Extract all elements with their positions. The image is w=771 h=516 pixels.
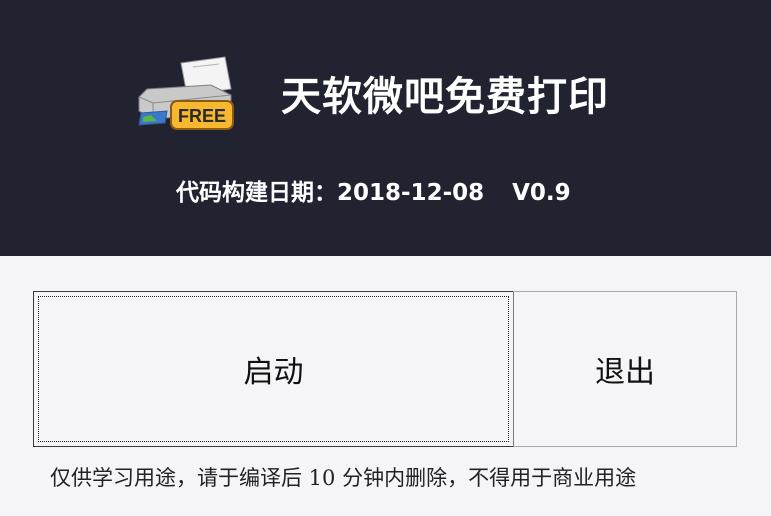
disclaimer-text: 仅供学习用途，请于编译后 10 分钟内删除，不得用于商业用途 xyxy=(50,466,637,490)
free-badge-text: FREE xyxy=(178,106,226,126)
focus-ring xyxy=(38,296,509,442)
app-header: FREE 天软微吧免费打印 代码构建日期：2018-12-08 V0.9 xyxy=(0,0,771,256)
printer-free-icon: FREE xyxy=(138,56,234,130)
build-info: 代码构建日期：2018-12-08 V0.9 xyxy=(176,173,571,207)
exit-button-label: 退出 xyxy=(595,355,655,390)
exit-button[interactable]: 退出 xyxy=(513,291,737,447)
app-title: 天软微吧免费打印 xyxy=(281,74,609,120)
start-button[interactable]: 启动 xyxy=(33,291,514,447)
version-label: V0.9 xyxy=(512,180,571,206)
build-date-label: 代码构建日期： xyxy=(176,180,337,206)
build-date: 2018-12-08 xyxy=(337,180,485,206)
